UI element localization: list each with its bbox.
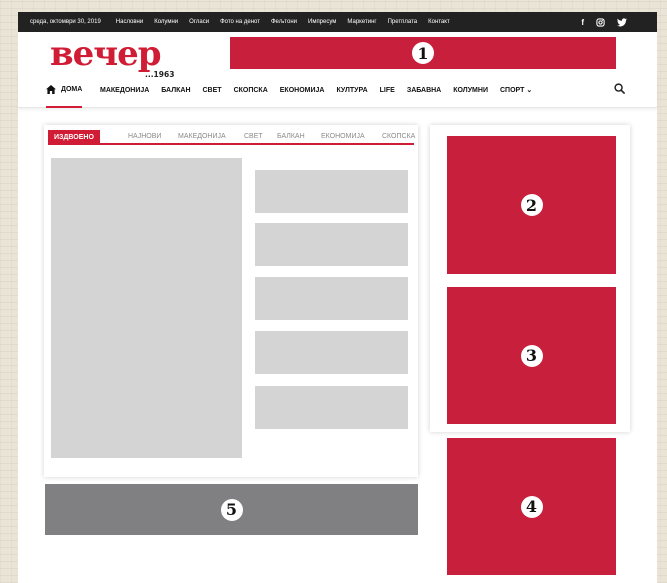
nav-item-skopska[interactable]: СКОПСКА bbox=[234, 87, 268, 94]
home-icon bbox=[46, 84, 56, 94]
featured-block: ИЗДВОЕНО НАЈНОВИ МАКЕДОНИЈА СВЕТ БАЛКАН … bbox=[44, 125, 418, 477]
top-link-kontakt[interactable]: Контакт bbox=[428, 19, 450, 25]
banner-number: 2 bbox=[520, 194, 543, 216]
top-link-impresum[interactable]: Импресум bbox=[308, 19, 336, 25]
article-placeholder[interactable] bbox=[255, 331, 408, 374]
nav-item-life[interactable]: LIFE bbox=[380, 87, 395, 94]
ad-banner-3[interactable]: 3 bbox=[447, 287, 616, 424]
top-link-feljtoni[interactable]: Фељтони bbox=[271, 19, 297, 25]
article-placeholder[interactable] bbox=[255, 277, 408, 320]
tab-izdvoeno[interactable]: ИЗДВОЕНО bbox=[48, 130, 100, 145]
social-links: f bbox=[581, 12, 627, 32]
search-icon[interactable] bbox=[614, 83, 625, 94]
article-placeholder[interactable] bbox=[255, 386, 408, 429]
tab-balkan[interactable]: БАЛКАН bbox=[277, 133, 305, 140]
tab-svet[interactable]: СВЕТ bbox=[244, 133, 263, 140]
tab-najnovi[interactable]: НАЈНОВИ bbox=[128, 133, 161, 140]
banner-number: 1 bbox=[412, 42, 434, 64]
tab-skopska[interactable]: СКОПСКА bbox=[382, 133, 415, 140]
instagram-icon[interactable] bbox=[596, 17, 605, 27]
page: среда, октомври 30, 2019 Насловни Колумн… bbox=[18, 12, 657, 583]
twitter-icon[interactable] bbox=[617, 17, 627, 27]
ad-banner-5[interactable]: 5 bbox=[45, 484, 418, 535]
logo-wordmark: вечер bbox=[50, 34, 162, 74]
article-placeholder[interactable] bbox=[255, 223, 408, 266]
nav-item-svet[interactable]: СВЕТ bbox=[203, 87, 222, 94]
nav-item-home[interactable]: ДОМА bbox=[46, 72, 83, 108]
featured-article-placeholder[interactable] bbox=[51, 158, 242, 458]
ad-banner-2[interactable]: 2 bbox=[447, 136, 616, 274]
banner-number: 4 bbox=[520, 495, 543, 518]
nav-item-zabavna[interactable]: ЗАБАВНА bbox=[407, 87, 441, 94]
tab-makedonija[interactable]: МАКЕДОНИЈА bbox=[178, 133, 226, 140]
nav-item-balkan[interactable]: БАЛКАН bbox=[161, 87, 190, 94]
nav-item-ekonomija[interactable]: ЕКОНОМИЈА bbox=[280, 87, 325, 94]
main-nav: ДОМА МАКЕДОНИЈА БАЛКАН СВЕТ СКОПСКА ЕКОН… bbox=[18, 72, 657, 108]
tab-ekonomija[interactable]: ЕКОНОМИЈА bbox=[321, 133, 365, 140]
top-link-pretplata[interactable]: Претплата bbox=[388, 19, 418, 25]
nav-items: МАКЕДОНИЈА БАЛКАН СВЕТ СКОПСКА ЕКОНОМИЈА… bbox=[100, 72, 544, 108]
nav-item-label: ДОМА bbox=[61, 85, 83, 93]
top-links: Насловни Колумни Огласи Фото на денот Фе… bbox=[116, 19, 461, 25]
banner-number: 3 bbox=[520, 344, 543, 367]
top-link-oglasi[interactable]: Огласи bbox=[189, 19, 209, 25]
category-tabs: ИЗДВОЕНО НАЈНОВИ МАКЕДОНИЈА СВЕТ БАЛКАН … bbox=[48, 130, 415, 145]
banner-number: 5 bbox=[220, 498, 243, 521]
current-date: среда, октомври 30, 2019 bbox=[30, 19, 101, 25]
ad-banner-1[interactable]: 1 bbox=[230, 37, 616, 69]
nav-item-sport[interactable]: СПОРТ ⌄ bbox=[500, 86, 532, 94]
nav-item-kultura[interactable]: КУЛТУРА bbox=[336, 87, 367, 94]
facebook-icon[interactable]: f bbox=[581, 18, 584, 27]
nav-item-kolumni[interactable]: КОЛУМНИ bbox=[453, 87, 488, 94]
article-placeholder[interactable] bbox=[255, 170, 408, 213]
top-bar: среда, октомври 30, 2019 Насловни Колумн… bbox=[18, 12, 657, 32]
nav-item-makedonija[interactable]: МАКЕДОНИЈА bbox=[100, 87, 149, 94]
top-link-marketing[interactable]: Маркетинг bbox=[347, 19, 376, 25]
ad-banner-4[interactable]: 4 bbox=[447, 438, 616, 575]
top-link-foto-na-denot[interactable]: Фото на денот bbox=[220, 19, 260, 25]
top-link-naslovni[interactable]: Насловни bbox=[116, 19, 143, 25]
top-link-kolumni[interactable]: Колумни bbox=[154, 19, 178, 25]
